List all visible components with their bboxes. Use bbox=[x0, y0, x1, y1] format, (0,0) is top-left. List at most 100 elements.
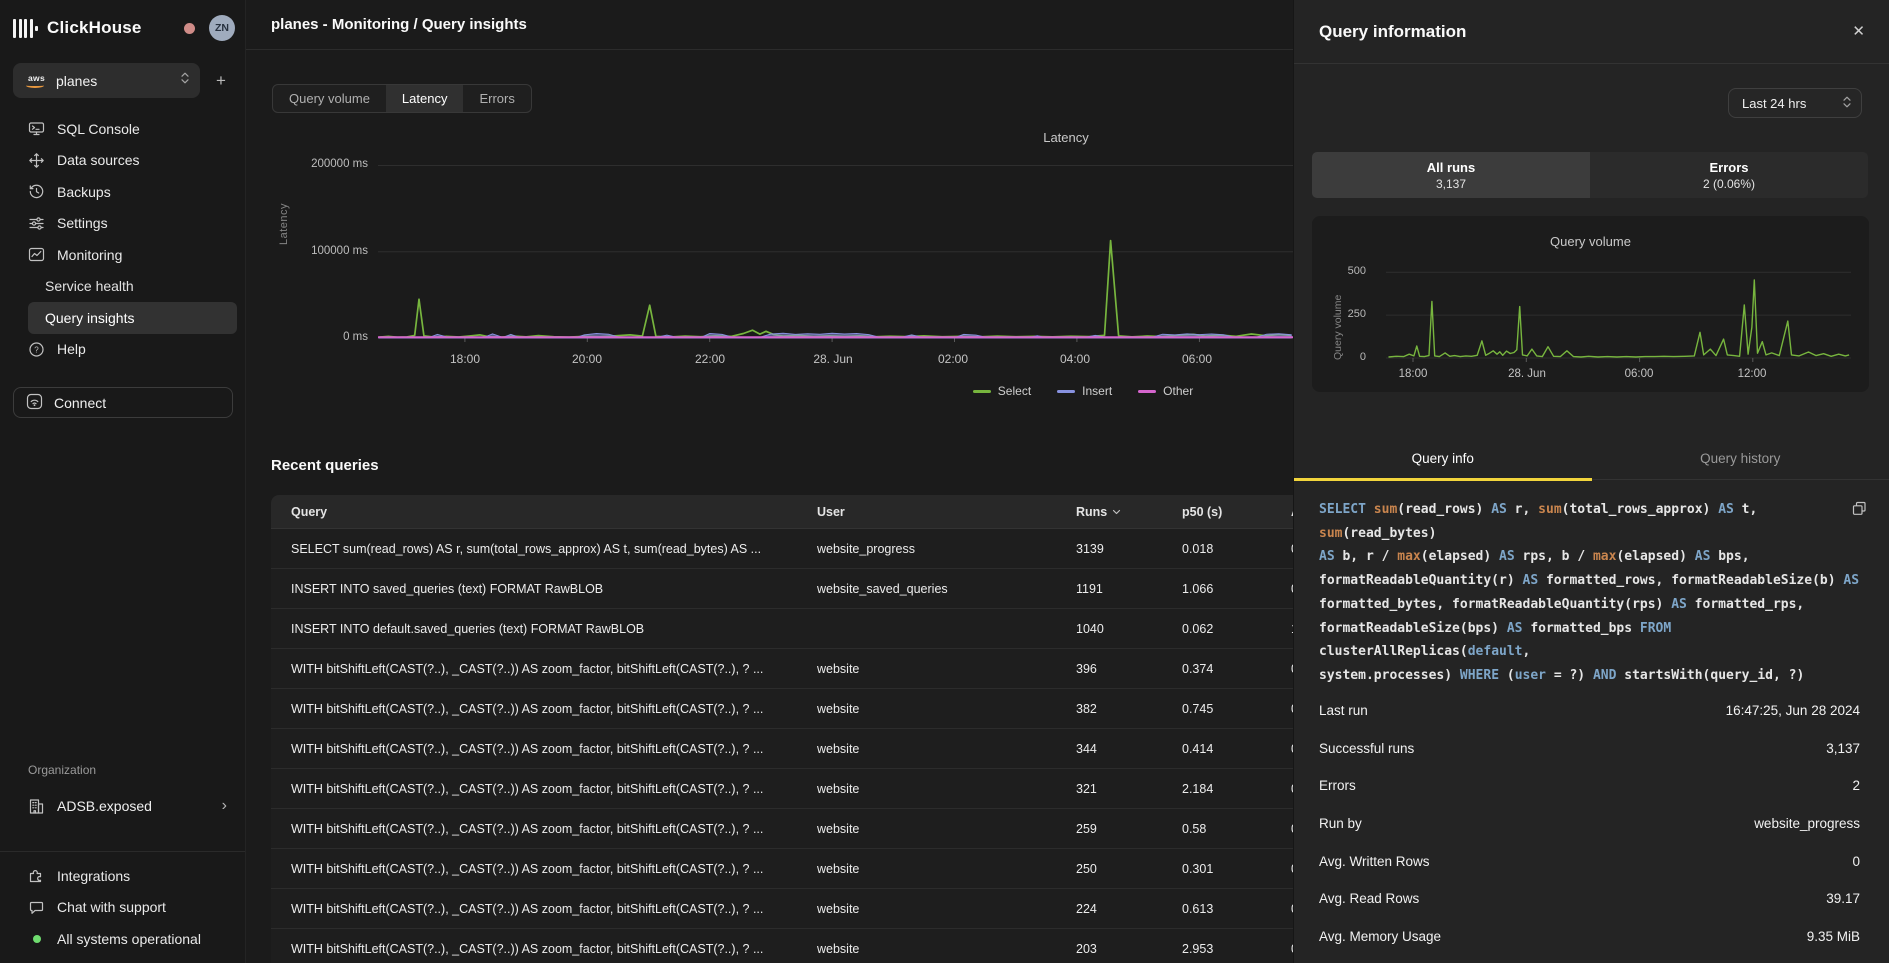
organization-label: Organization bbox=[0, 763, 245, 777]
connect-button[interactable]: Connect bbox=[13, 387, 233, 418]
sidebar-item-system-status[interactable]: All systems operational bbox=[0, 923, 245, 955]
user-cell: website bbox=[797, 822, 1056, 836]
sidebar-item-query-insights[interactable]: Query insights bbox=[28, 302, 237, 334]
notification-dot[interactable] bbox=[184, 23, 195, 34]
sidebar-item-monitoring[interactable]: Monitoring bbox=[0, 239, 245, 271]
app-window: ClickHouse ZN aws planes + SQL Console D… bbox=[0, 0, 1889, 963]
p50-cell: 0.613 bbox=[1162, 902, 1271, 916]
sql-code: SELECT sum(read_rows) AS r, sum(total_ro… bbox=[1319, 498, 1867, 688]
sidebar-item-label: Help bbox=[57, 341, 86, 357]
column-header-query: Query bbox=[271, 505, 797, 519]
service-row: aws planes + bbox=[13, 63, 235, 98]
tab-query-history[interactable]: Query history bbox=[1592, 437, 1889, 479]
x-tick: 18:00 bbox=[430, 352, 500, 366]
stat-label: Avg. Written Rows bbox=[1319, 854, 1430, 869]
runs-cell: 3139 bbox=[1056, 542, 1162, 556]
organization-selector[interactable]: ADSB.exposed › bbox=[0, 791, 245, 821]
chevron-right-icon: › bbox=[222, 798, 227, 814]
sidebar-item-backups[interactable]: Backups bbox=[0, 176, 245, 208]
x-tick: 20:00 bbox=[552, 352, 622, 366]
main-content: planes - Monitoring / Query insights Que… bbox=[246, 0, 1293, 963]
sidebar-item-integrations[interactable]: Integrations bbox=[0, 860, 245, 892]
main-header: planes - Monitoring / Query insights bbox=[246, 0, 1293, 50]
query-cell: INSERT INTO default.saved_queries (text)… bbox=[271, 622, 797, 636]
stat-label: Errors bbox=[1319, 778, 1356, 793]
organization-section: Organization ADSB.exposed › bbox=[0, 763, 245, 821]
tab-errors[interactable]: Errors bbox=[463, 85, 530, 112]
query-stats-list: Last run 16:47:25, Jun 28 2024 Successfu… bbox=[1319, 692, 1860, 963]
building-icon bbox=[28, 798, 45, 815]
sidebar-item-label: Query insights bbox=[45, 310, 134, 326]
avatar[interactable]: ZN bbox=[209, 15, 235, 41]
segment-value: 2 (0.06%) bbox=[1703, 177, 1755, 191]
table-row[interactable]: INSERT INTO default.saved_queries (text)… bbox=[271, 609, 1293, 649]
sidebar-item-sql-console[interactable]: SQL Console bbox=[0, 113, 245, 145]
query-volume-chart bbox=[1386, 262, 1851, 363]
puzzle-icon bbox=[28, 867, 45, 884]
sidebar-divider bbox=[0, 851, 245, 852]
table-row[interactable]: WITH bitShiftLeft(CAST(?..), _CAST(?..))… bbox=[271, 729, 1293, 769]
close-icon[interactable]: ✕ bbox=[1852, 24, 1865, 39]
runs-cell: 382 bbox=[1056, 702, 1162, 716]
time-range-value: Last 24 hrs bbox=[1742, 96, 1806, 111]
sidebar-item-chat-support[interactable]: Chat with support bbox=[0, 892, 245, 924]
table-row[interactable]: WITH bitShiftLeft(CAST(?..), _CAST(?..))… bbox=[271, 649, 1293, 689]
runs-cell: 224 bbox=[1056, 902, 1162, 916]
table-row[interactable]: WITH bitShiftLeft(CAST(?..), _CAST(?..))… bbox=[271, 929, 1293, 963]
table-row[interactable]: WITH bitShiftLeft(CAST(?..), _CAST(?..))… bbox=[271, 689, 1293, 729]
clock-rotate-icon bbox=[28, 183, 45, 200]
sidebar-item-service-health[interactable]: Service health bbox=[0, 271, 245, 303]
query-cell: WITH bitShiftLeft(CAST(?..), _CAST(?..))… bbox=[271, 782, 797, 796]
chevron-updown-icon bbox=[180, 70, 190, 91]
add-service-button[interactable]: + bbox=[207, 67, 235, 95]
x-tick: 04:00 bbox=[1040, 352, 1110, 366]
table-row[interactable]: INSERT INTO saved_queries (text) FORMAT … bbox=[271, 569, 1293, 609]
table-row[interactable]: WITH bitShiftLeft(CAST(?..), _CAST(?..))… bbox=[271, 809, 1293, 849]
time-range-selector[interactable]: Last 24 hrs bbox=[1728, 88, 1862, 118]
legend-item-select[interactable]: Select bbox=[973, 384, 1031, 398]
column-header-runs[interactable]: Runs bbox=[1056, 505, 1162, 519]
runs-cell: 1191 bbox=[1056, 582, 1162, 596]
sidebar-item-help[interactable]: ? Help bbox=[0, 334, 245, 366]
segment-errors[interactable]: Errors 2 (0.06%) bbox=[1590, 152, 1868, 198]
y-tick: 250 bbox=[1324, 308, 1366, 320]
legend-item-other[interactable]: Other bbox=[1138, 384, 1193, 398]
stat-value: 0 bbox=[1852, 854, 1860, 869]
tab-latency[interactable]: Latency bbox=[386, 85, 464, 112]
tab-query-info[interactable]: Query info bbox=[1294, 437, 1592, 479]
table-row[interactable]: WITH bitShiftLeft(CAST(?..), _CAST(?..))… bbox=[271, 849, 1293, 889]
y-tick: 100000 ms bbox=[288, 245, 368, 257]
sidebar-item-data-sources[interactable]: Data sources bbox=[0, 145, 245, 177]
legend-item-insert[interactable]: Insert bbox=[1057, 384, 1112, 398]
copy-icon[interactable] bbox=[1852, 501, 1867, 525]
user-cell: website bbox=[797, 902, 1056, 916]
user-cell: website bbox=[797, 782, 1056, 796]
user-cell: website bbox=[797, 742, 1056, 756]
query-cell: WITH bitShiftLeft(CAST(?..), _CAST(?..))… bbox=[271, 822, 797, 836]
legend-label: Insert bbox=[1082, 384, 1112, 398]
p50-cell: 2.184 bbox=[1162, 782, 1271, 796]
sidebar-item-settings[interactable]: Settings bbox=[0, 208, 245, 240]
insert-swatch-icon bbox=[1057, 390, 1075, 393]
avg-cell: 1.15 bbox=[1271, 622, 1293, 636]
stat-label: Successful runs bbox=[1319, 741, 1414, 756]
avg-cell: 0 bbox=[1271, 782, 1293, 796]
table-row[interactable]: SELECT sum(read_rows) AS r, sum(total_ro… bbox=[271, 529, 1293, 569]
sidebar-item-label: Monitoring bbox=[57, 247, 122, 263]
query-cell: WITH bitShiftLeft(CAST(?..), _CAST(?..))… bbox=[271, 662, 797, 676]
avg-cell: 0 bbox=[1271, 662, 1293, 676]
sidebar-item-label: SQL Console bbox=[57, 121, 140, 137]
aws-icon: aws bbox=[25, 73, 47, 89]
sidebar-item-label: Integrations bbox=[57, 868, 130, 884]
table-row[interactable]: WITH bitShiftLeft(CAST(?..), _CAST(?..))… bbox=[271, 769, 1293, 809]
stat-row: Last run 16:47:25, Jun 28 2024 bbox=[1319, 692, 1860, 730]
runs-cell: 203 bbox=[1056, 942, 1162, 956]
panel-header: Query information ✕ bbox=[1294, 0, 1889, 64]
table-row[interactable]: WITH bitShiftLeft(CAST(?..), _CAST(?..))… bbox=[271, 889, 1293, 929]
runs-cell: 250 bbox=[1056, 862, 1162, 876]
tab-query-volume[interactable]: Query volume bbox=[273, 85, 386, 112]
query-volume-title: Query volume bbox=[1312, 234, 1869, 249]
service-selector[interactable]: aws planes bbox=[13, 63, 200, 98]
segment-all-runs[interactable]: All runs 3,137 bbox=[1312, 152, 1590, 198]
stat-value: 3,137 bbox=[1826, 741, 1860, 756]
